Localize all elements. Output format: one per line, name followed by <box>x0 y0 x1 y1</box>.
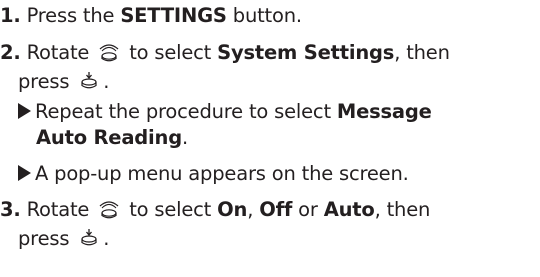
step-2-bold-1: System Settings <box>217 41 395 64</box>
substep-1-bold-1: Message <box>336 100 432 123</box>
step-3-text-5: , then <box>374 198 431 221</box>
step-1-text-1: Press the <box>26 4 121 27</box>
press-knob-icon <box>78 71 100 91</box>
step-3-text-4: or <box>292 198 324 221</box>
press-knob-icon <box>78 228 100 248</box>
step-3-cont-text: press <box>18 227 76 250</box>
triangle-bullet-icon <box>18 165 31 181</box>
step-1-text-2: button. <box>226 4 302 27</box>
substep-1: Repeat the procedure to select Message <box>18 98 432 125</box>
step-3-text-3: , <box>247 198 260 221</box>
step-3: 3. Rotate to select On, Off or Auto, the… <box>0 196 430 223</box>
step-3-text-1: Rotate <box>26 198 96 221</box>
rotate-knob-icon <box>98 42 120 62</box>
substep-1-bold-2: Auto Reading <box>36 126 182 149</box>
step-2-cont-text: press <box>18 70 76 93</box>
step-2-text-1: Rotate <box>26 41 96 64</box>
substep-2: A pop-up menu appears on the screen. <box>18 160 409 187</box>
step-1-bold-1: SETTINGS <box>120 4 227 27</box>
substep-1-continuation: Auto Reading. <box>36 124 188 151</box>
substep-1-text-1: Repeat the procedure to select <box>35 100 337 123</box>
substep-1-text-2: . <box>181 126 188 149</box>
step-2-text-2: to select <box>123 41 218 64</box>
rotate-knob-icon <box>98 199 120 219</box>
step-1-number: 1. <box>0 4 21 27</box>
triangle-bullet-icon <box>18 103 31 119</box>
step-2-continuation: press . <box>18 68 109 95</box>
step-3-bold-1: On <box>217 198 248 221</box>
step-3-bold-3: Auto <box>323 198 375 221</box>
step-3-bold-2: Off <box>259 198 293 221</box>
step-3-number: 3. <box>0 198 21 221</box>
step-2-text-3: , then <box>394 41 450 64</box>
step-3-cont-end: . <box>103 227 110 250</box>
substep-2-text-1: A pop-up menu appears on the screen. <box>35 162 409 185</box>
step-2-cont-end: . <box>103 70 110 93</box>
step-3-continuation: press . <box>18 225 109 252</box>
step-1: 1. Press the SETTINGS button. <box>0 2 302 29</box>
step-3-text-2: to select <box>123 198 218 221</box>
step-2-number: 2. <box>0 41 21 64</box>
step-2: 2. Rotate to select System Settings, the… <box>0 39 450 66</box>
instruction-steps: 1. Press the SETTINGS button. 2. Rotate … <box>0 0 540 277</box>
